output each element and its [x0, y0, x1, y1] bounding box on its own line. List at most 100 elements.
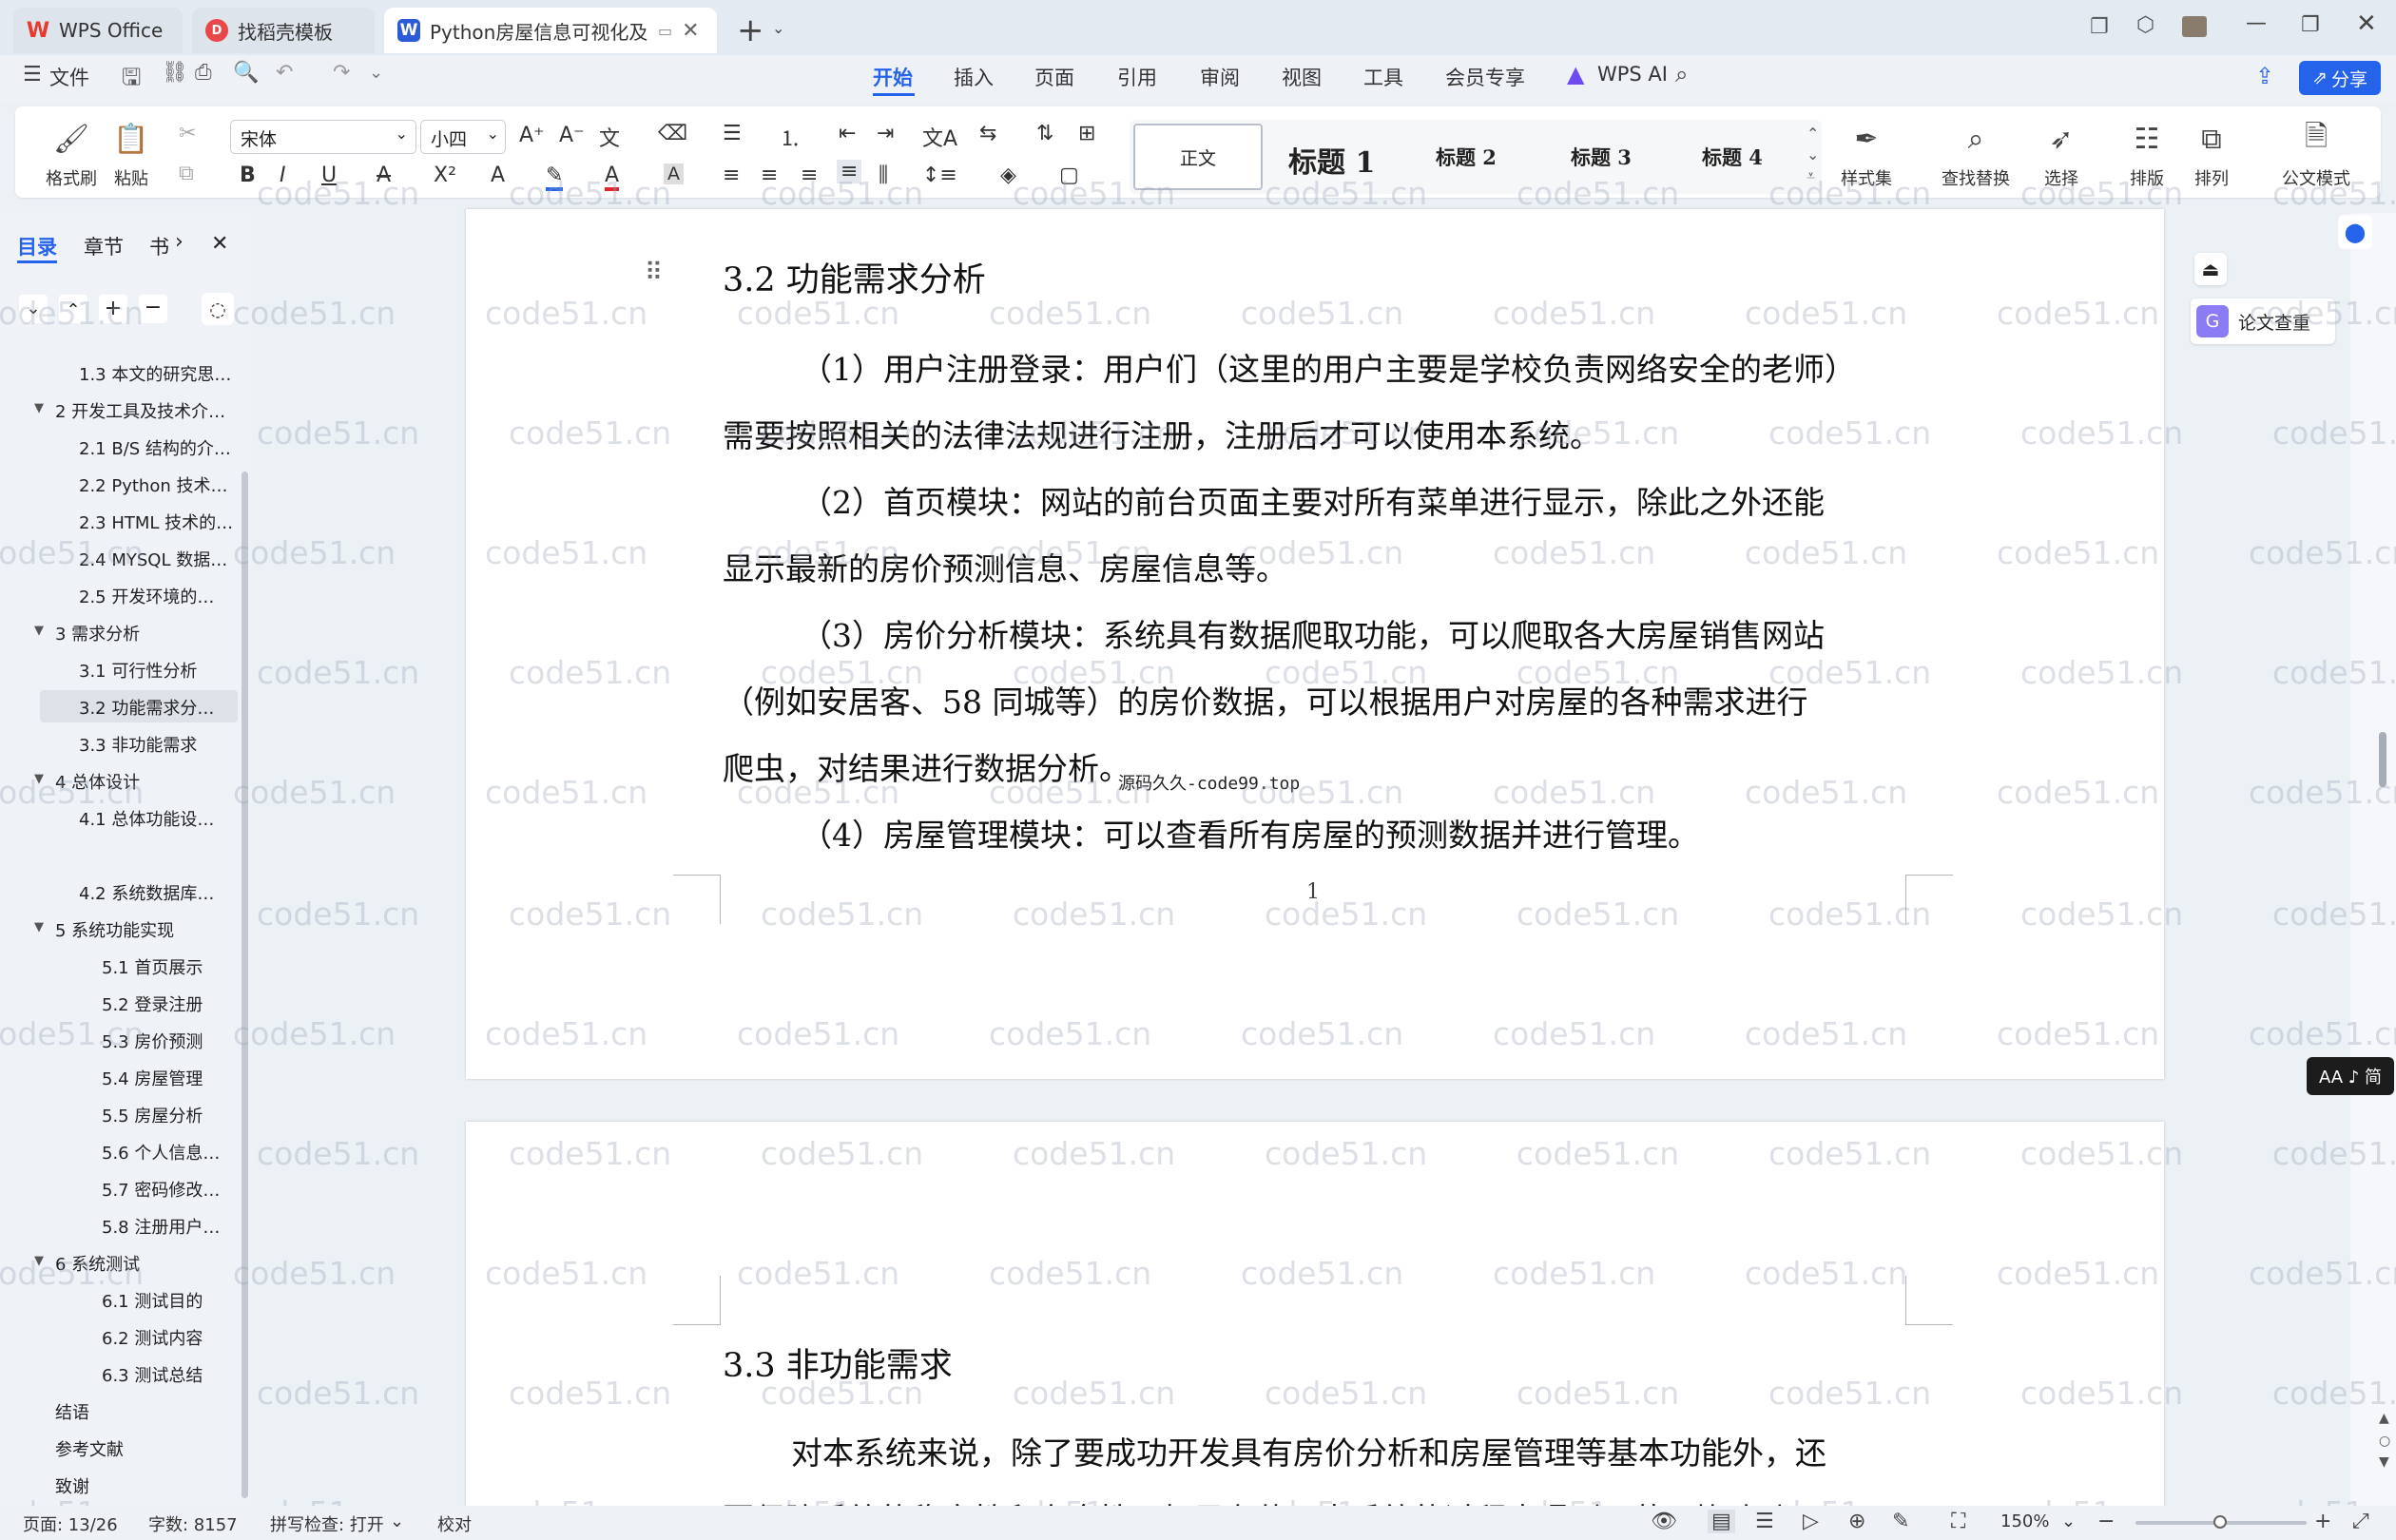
tab-current-document[interactable]: W Python房屋信息可视化及价 ▭ ✕ — [384, 8, 717, 53]
restore-icon[interactable]: ❐ — [2301, 13, 2320, 37]
shrink-font-icon[interactable]: A⁻ — [559, 124, 585, 147]
menu-home[interactable]: 开始 — [873, 63, 913, 91]
underline-button[interactable]: U — [321, 164, 337, 187]
strikethrough-button[interactable]: A — [377, 164, 391, 187]
styles-scroll-icon[interactable]: ⌃ ⌄ ⩡ — [1807, 124, 1819, 186]
remove-heading-button[interactable]: − — [139, 295, 167, 323]
collapse-all-button[interactable]: ⌄ — [19, 295, 48, 323]
align-center-icon[interactable]: ≡ — [761, 164, 778, 187]
proofread-button[interactable]: 校对 — [437, 1511, 472, 1536]
toc-item[interactable]: 参考文献 — [55, 1436, 124, 1461]
page-indicator[interactable]: 页面: 13/26 — [23, 1511, 118, 1536]
collapse-panel-icon[interactable]: ⏏ — [2194, 253, 2227, 285]
chevron-down-icon[interactable]: ⌄ — [390, 1511, 404, 1531]
toc-item[interactable]: 5.8 注册用户… — [102, 1214, 220, 1239]
toc-item[interactable]: 5.3 房价预测 — [102, 1029, 203, 1053]
toc-item[interactable]: 5.1 首页展示 — [102, 954, 203, 979]
style-heading-2[interactable]: 标题 2 — [1436, 143, 1497, 171]
toc-item[interactable]: 结语 — [55, 1399, 89, 1424]
scroll-next-icon[interactable]: ▼ — [2379, 1454, 2389, 1470]
toc-item[interactable]: 2.3 HTML 技术的… — [79, 510, 233, 534]
expand-triangle-icon[interactable]: ▼ — [34, 401, 44, 415]
font-name-select[interactable]: 宋体 ⌄ — [230, 120, 416, 154]
menu-insert[interactable]: 插入 — [954, 63, 994, 91]
convert-icon[interactable]: ⇆ — [979, 122, 996, 145]
expand-triangle-icon[interactable]: ▼ — [34, 920, 44, 934]
toc-item[interactable]: 5.2 登录注册 — [102, 991, 203, 1016]
zoom-slider-thumb[interactable] — [2213, 1515, 2227, 1529]
toc-item[interactable]: 致谢 — [55, 1473, 89, 1498]
close-tab-icon[interactable]: ✕ — [682, 19, 699, 43]
toc-item[interactable]: 3 需求分析 — [55, 621, 140, 645]
border-icon[interactable]: ▢ — [1059, 164, 1079, 187]
toc-item[interactable]: 2 开发工具及技术介… — [55, 398, 225, 423]
toc-item[interactable]: 5.7 密码修改… — [102, 1177, 220, 1202]
align-left-icon[interactable]: ≡ — [723, 164, 740, 187]
save-icon[interactable]: 🖫 — [122, 61, 141, 100]
expand-triangle-icon[interactable]: ▼ — [34, 624, 44, 638]
sidebar-tab-toc[interactable]: 目录 — [17, 232, 57, 260]
expand-up-button[interactable]: ⌃ — [59, 295, 87, 323]
chevron-down-icon[interactable]: ⌄ — [2061, 1511, 2076, 1531]
bullet-list-icon[interactable]: ☰ — [723, 122, 742, 145]
tab-wps-office[interactable]: W WPS Office — [13, 8, 183, 53]
select-button[interactable]: ➶ 选择 — [2042, 120, 2080, 190]
style-set-button[interactable]: ✒ 样式集 — [1841, 120, 1892, 190]
minimize-icon[interactable]: — — [2246, 11, 2267, 35]
sidebar-tab-bookmarks[interactable]: 书 — [149, 232, 169, 260]
share-button[interactable]: ⇗ 分享 — [2299, 61, 2381, 95]
font-color-button[interactable]: A — [605, 164, 620, 191]
toc-item[interactable]: 3.1 可行性分析 — [79, 658, 197, 683]
sort-icon[interactable]: ⇅ — [1036, 122, 1053, 145]
toc-item[interactable]: 2.1 B/S 结构的介… — [79, 435, 231, 460]
page-view-icon[interactable]: ▤ — [1708, 1510, 1735, 1533]
layout-button[interactable]: ☷ 排版 — [2128, 120, 2166, 190]
increase-indent-icon[interactable]: ⇥ — [877, 122, 894, 145]
toc-item[interactable]: 6.2 测试内容 — [102, 1325, 203, 1350]
menu-file[interactable]: 文件 — [49, 63, 89, 91]
official-mode-button[interactable]: 🗎 公文模式 — [2282, 120, 2350, 190]
text-direction-icon[interactable]: 文A — [922, 122, 957, 152]
numbered-list-icon[interactable]: ⒈ — [780, 122, 801, 152]
style-normal[interactable]: 正文 — [1133, 124, 1263, 190]
toc-item-active[interactable]: 3.2 功能需求分… — [79, 695, 214, 720]
toc-item[interactable]: 2.4 MYSQL 数据… — [79, 547, 227, 571]
layout-icon[interactable]: ❐ — [2090, 15, 2109, 39]
outline-view-icon[interactable]: ☰ — [1755, 1510, 1774, 1533]
hamburger-icon[interactable]: ☰ — [23, 63, 42, 87]
find-replace-button[interactable]: ⌕ 查找替换 — [1942, 120, 2010, 190]
avatar[interactable] — [2182, 16, 2207, 37]
menu-tools[interactable]: 工具 — [1363, 63, 1403, 91]
paper-check-button[interactable]: G 论文查重 — [2191, 298, 2335, 344]
highlight-button[interactable]: ✎ — [546, 164, 564, 191]
clear-format-icon[interactable]: ⌫ — [658, 122, 687, 145]
menu-view[interactable]: 视图 — [1282, 63, 1322, 91]
arrange-button[interactable]: ⧉ 排列 — [2193, 120, 2231, 190]
zoom-in-icon[interactable]: + — [2314, 1510, 2331, 1533]
sidebar-tab-sections[interactable]: 章节 — [84, 232, 124, 260]
line-spacing-icon[interactable]: ↕≡ — [922, 164, 957, 187]
cube-icon[interactable]: ⬡ — [2136, 13, 2154, 37]
new-tab-button[interactable]: + — [737, 11, 764, 49]
toc-item[interactable]: 1.3 本文的研究思… — [79, 361, 231, 386]
menu-page[interactable]: 页面 — [1034, 63, 1074, 91]
bold-button[interactable]: B — [240, 164, 256, 187]
toc-item[interactable]: 5 系统功能实现 — [55, 917, 174, 942]
drag-handle-icon[interactable]: ⠿ — [645, 259, 663, 287]
toc-item[interactable]: 4.1 总体功能设… — [79, 806, 214, 831]
close-sidebar-icon[interactable]: ✕ — [211, 232, 228, 256]
tab-docer-templates[interactable]: D 找稻壳模板 — [192, 8, 375, 53]
shading-icon[interactable]: ◈ — [1000, 164, 1016, 187]
decrease-indent-icon[interactable]: ⇤ — [839, 122, 856, 145]
scroll-prev-icon[interactable]: ▲ — [2379, 1411, 2389, 1426]
menu-wps-ai[interactable]: WPS AI — [1597, 63, 1668, 86]
doc-scrollbar-thumb[interactable] — [2379, 732, 2386, 787]
add-heading-button[interactable]: + — [99, 295, 127, 323]
menu-review[interactable]: 审阅 — [1200, 63, 1240, 91]
format-painter-button[interactable]: 🖌 格式刷 — [46, 120, 97, 190]
toc-item[interactable]: 6 系统测试 — [55, 1251, 140, 1276]
phonetic-icon[interactable]: 文 — [599, 122, 620, 152]
web-view-icon[interactable]: ⊕ — [1848, 1510, 1865, 1533]
toc-item[interactable]: 6.3 测试总结 — [102, 1362, 203, 1387]
quick-more-icon[interactable]: ⌄ — [369, 63, 383, 83]
